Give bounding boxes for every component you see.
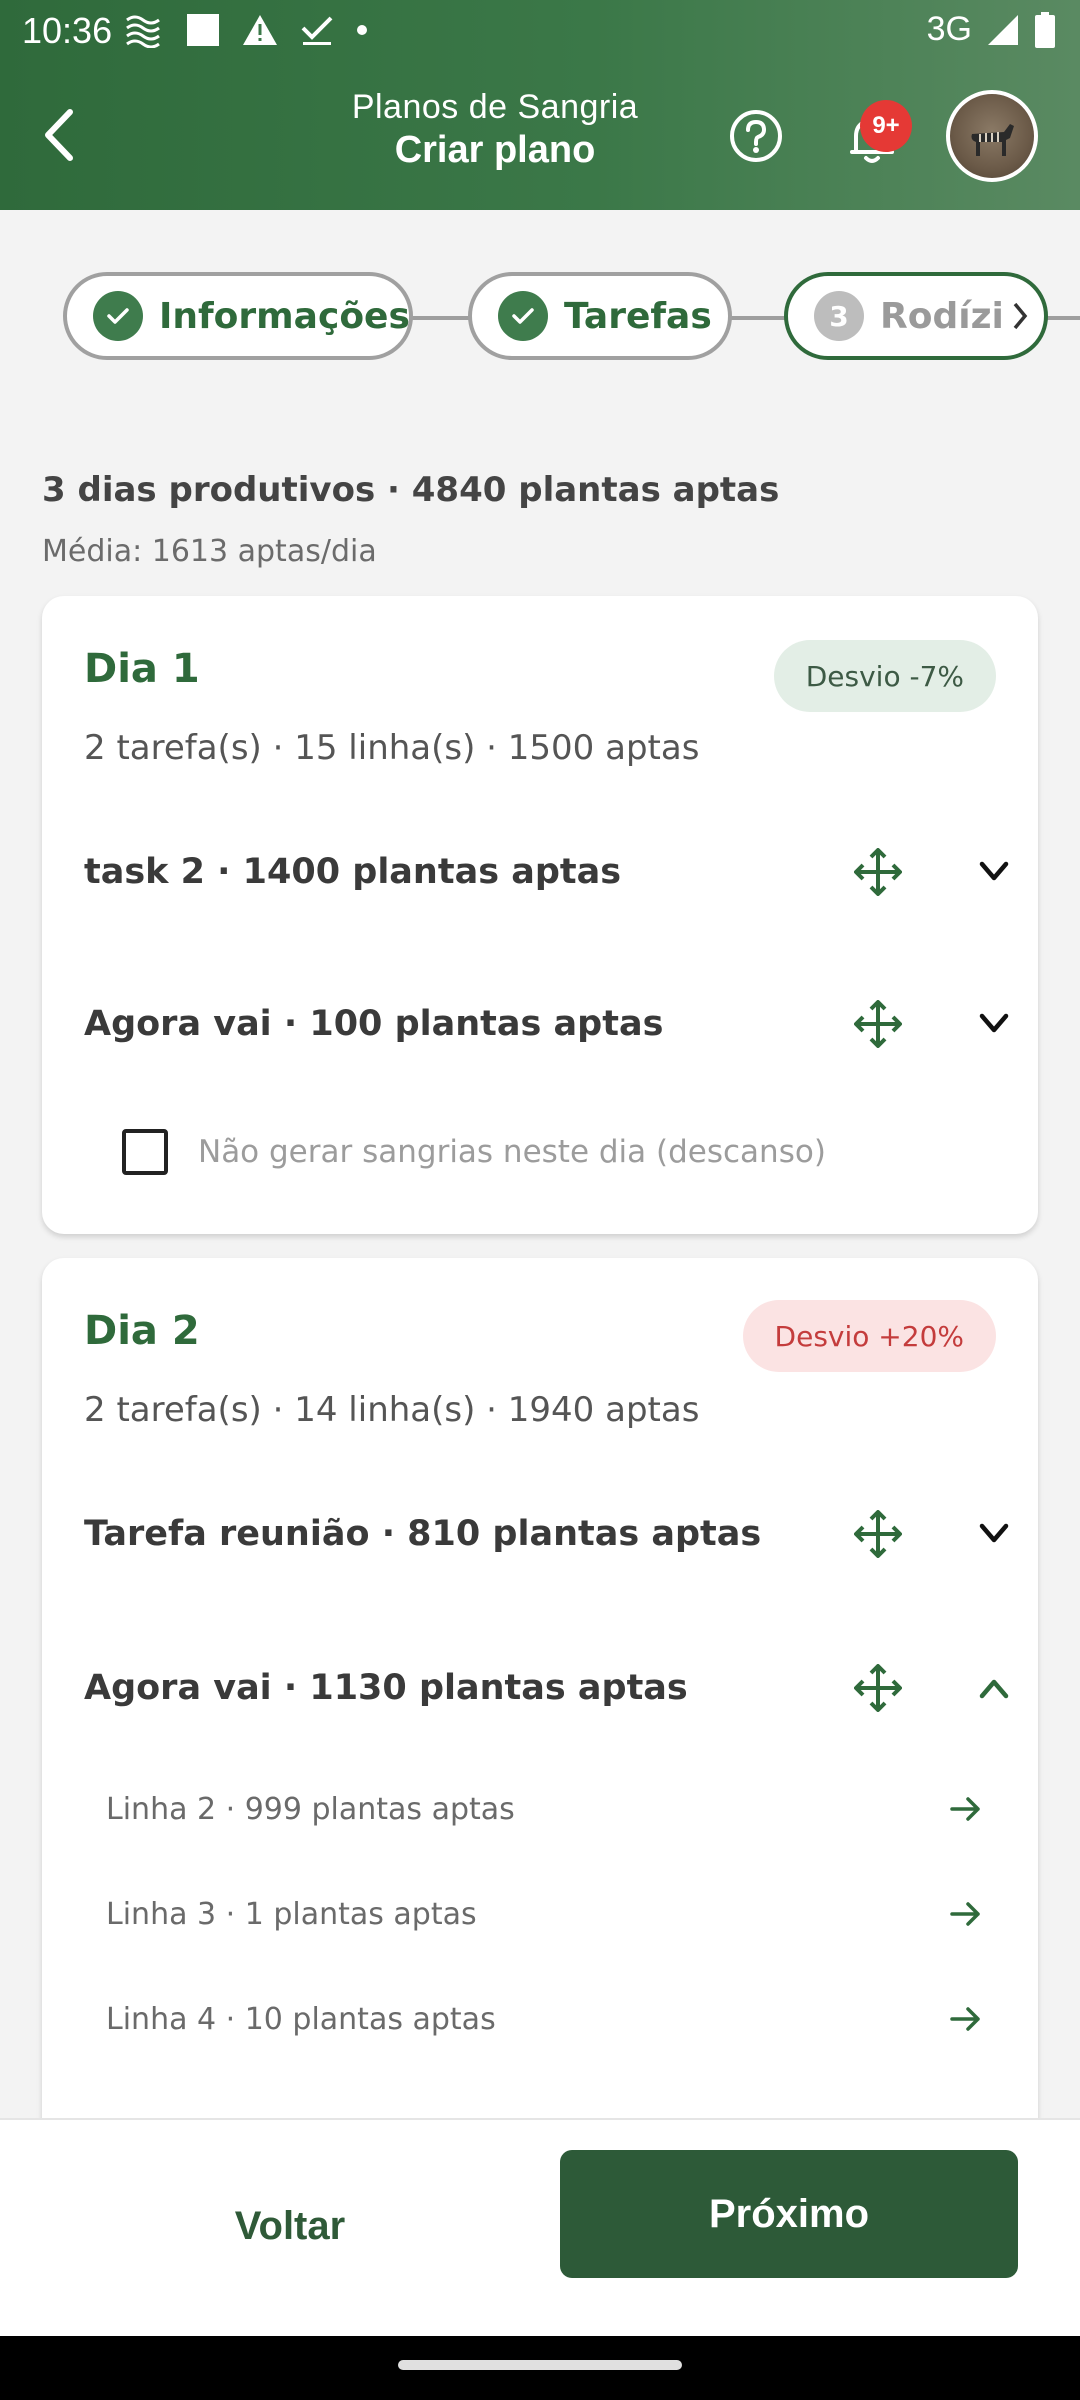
help-icon <box>730 110 782 162</box>
app-header: 10:36 3G Planos de Sangria Criar plano 9… <box>0 0 1080 210</box>
task-row[interactable]: Agora vai · 1130 plantas aptas <box>84 1648 1009 1728</box>
home-gesture-pill[interactable] <box>398 2360 682 2370</box>
chevron-down-icon[interactable] <box>974 854 1014 890</box>
help-button[interactable] <box>728 108 784 164</box>
day-stats: 2 tarefa(s) · 14 linha(s) · 1940 aptas <box>84 1390 700 1430</box>
square-icon <box>187 14 219 46</box>
plan-summary: 3 dias produtivos · 4840 plantas aptas <box>42 470 780 510</box>
step-informacoes[interactable]: Informações <box>63 272 413 360</box>
chevron-down-icon[interactable] <box>974 1516 1014 1552</box>
zebra-avatar-icon <box>971 124 1014 156</box>
arrow-right-icon[interactable] <box>946 1894 986 1934</box>
arrow-right-icon[interactable] <box>946 1999 986 2039</box>
stepper: Informações Tarefas 3 Rodízio <box>0 270 1080 366</box>
chevron-down-icon[interactable] <box>974 1006 1014 1042</box>
dot-icon <box>357 25 367 35</box>
proximo-button[interactable]: Próximo <box>560 2150 1018 2278</box>
step-label: Informações <box>159 295 410 337</box>
task-row[interactable]: task 2 · 1400 plantas aptas <box>84 832 1009 912</box>
task-row[interactable]: Agora vai · 100 plantas aptas <box>84 984 1009 1064</box>
arrow-back-icon <box>45 109 73 161</box>
day-card-2: Dia 2 Desvio +20% 2 tarefa(s) · 14 linha… <box>42 1258 1038 2158</box>
check-circle-icon <box>498 291 548 341</box>
notification-badge: 9+ <box>860 100 912 152</box>
page-title: Criar plano <box>394 129 596 171</box>
check-icon <box>301 16 333 45</box>
system-nav-bar <box>0 2336 1080 2400</box>
deviation-badge: Desvio +20% <box>742 1300 996 1372</box>
header-titles: Planos de Sangria Criar plano <box>300 88 690 172</box>
line-item[interactable]: Linha 2 · 999 plantas aptas <box>106 1774 986 1844</box>
step-label: Tarefas <box>564 295 712 337</box>
rest-day-checkbox[interactable] <box>122 1129 168 1175</box>
back-button[interactable] <box>28 100 88 170</box>
line-label: Linha 2 · 999 plantas aptas <box>106 1791 515 1827</box>
line-label: Linha 3 · 1 plantas aptas <box>106 1896 477 1932</box>
step-label: Rodízio <box>880 295 1004 337</box>
drag-handle-icon[interactable] <box>854 1510 902 1558</box>
status-icons-left <box>125 12 369 48</box>
step-tarefas[interactable]: Tarefas <box>468 272 732 360</box>
header-subtitle: Planos de Sangria <box>351 88 639 126</box>
chevron-up-icon[interactable] <box>974 1670 1014 1706</box>
signal-icon <box>988 14 1018 45</box>
line-label: Linha 4 · 10 plantas aptas <box>106 2001 496 2037</box>
arrow-right-icon[interactable] <box>946 1789 986 1829</box>
deviation-badge: Desvio -7% <box>773 640 996 712</box>
step-rodizio[interactable]: 3 Rodízio <box>784 272 1048 360</box>
step-connector <box>728 316 788 320</box>
battery-icon <box>1035 11 1055 48</box>
drag-handle-icon[interactable] <box>854 848 902 896</box>
status-bar: 10:36 3G <box>0 0 1080 64</box>
wave-icon <box>126 15 160 48</box>
chevron-right-icon <box>1013 302 1028 330</box>
day-card-1: Dia 1 Desvio -7% 2 tarefa(s) · 15 linha(… <box>42 596 1038 1234</box>
day-title: Dia 1 <box>84 646 200 692</box>
avatar[interactable] <box>946 90 1038 182</box>
rest-day-option[interactable]: Não gerar sangrias neste dia (descanso) <box>122 1122 826 1182</box>
voltar-button[interactable]: Voltar <box>130 2184 450 2268</box>
plan-average: Média: 1613 aptas/dia <box>42 534 377 569</box>
status-time: 10:36 <box>22 10 113 51</box>
network-label: 3G <box>926 10 972 48</box>
bottom-action-bar: Voltar Próximo <box>0 2118 1080 2336</box>
status-right: 3G <box>927 10 1056 49</box>
warning-icon <box>243 15 277 45</box>
task-row[interactable]: Tarefa reunião · 810 plantas aptas <box>84 1494 1009 1574</box>
check-circle-icon <box>93 291 143 341</box>
line-item[interactable]: Linha 3 · 1 plantas aptas <box>106 1879 986 1949</box>
rest-day-label: Não gerar sangrias neste dia (descanso) <box>198 1134 826 1170</box>
day-title: Dia 2 <box>84 1308 200 1354</box>
line-item[interactable]: Linha 4 · 10 plantas aptas <box>106 1984 986 2054</box>
drag-handle-icon[interactable] <box>854 1000 902 1048</box>
step-number: 3 <box>814 291 864 341</box>
step-connector <box>1046 316 1080 320</box>
drag-handle-icon[interactable] <box>854 1664 902 1712</box>
step-connector <box>410 316 472 320</box>
day-stats: 2 tarefa(s) · 15 linha(s) · 1500 aptas <box>84 728 700 768</box>
